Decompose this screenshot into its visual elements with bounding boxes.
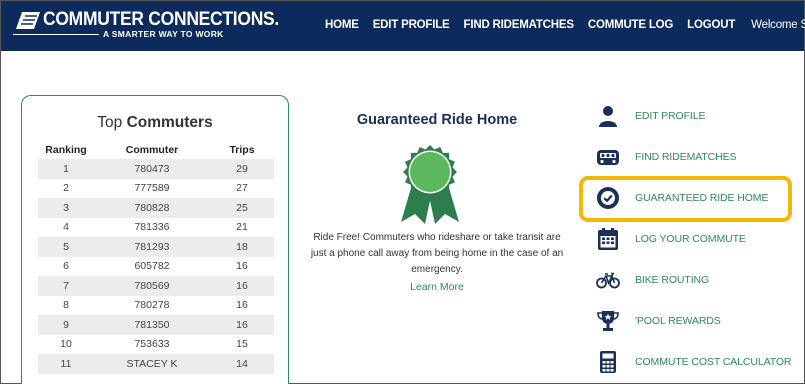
trips-cell: 14 <box>210 354 274 374</box>
rank-cell: 6 <box>63 260 69 273</box>
top-nav-bar: COMMUTER CONNECTIONS. A SMARTER WAY TO W… <box>1 1 805 51</box>
trips-cell: 27 <box>236 182 248 195</box>
commuter-cell: 753633 <box>134 338 170 351</box>
award-ribbon-icon <box>401 145 459 224</box>
rank-cell: 3 <box>38 198 94 218</box>
column-header-trips: Trips <box>229 144 255 156</box>
nav-commute-log[interactable]: COMMUTE LOG <box>588 19 674 31</box>
menu-label: BIKE ROUTING <box>635 274 710 286</box>
column-header-ranking: Ranking <box>45 144 87 156</box>
commuter-cell: 605782 <box>134 260 170 273</box>
menu-label: 'POOL REWARDS <box>635 315 721 327</box>
trips-cell: 21 <box>236 221 248 234</box>
logo-tagline: A SMARTER WAY TO WORK <box>103 29 224 39</box>
title-plain: Top <box>97 114 127 131</box>
commuter-cell: 781336 <box>134 221 170 234</box>
rank-cell: 8 <box>63 299 69 312</box>
top-commuters-card: Top Commuters Ranking Commuter Trips 1 78… <box>21 95 289 384</box>
grh-heading: Guaranteed Ride Home <box>356 112 518 128</box>
rank-cell: 11 <box>38 354 94 374</box>
menu-edit-profile[interactable]: EDIT PROFILE <box>593 101 793 133</box>
table-row: 3 780828 25 <box>38 198 274 218</box>
rank-cell: 7 <box>38 276 94 296</box>
user-icon <box>599 106 617 127</box>
table-row: 6 605782 16 <box>38 257 274 277</box>
menu-log-your-commute[interactable]: LOG YOUR COMMUTE <box>593 224 793 256</box>
menu-pool-rewards[interactable]: 'POOL REWARDS <box>593 306 793 338</box>
welcome-text: Welcome STACEY <box>751 19 805 31</box>
commuter-cell: STACEY K <box>94 354 210 374</box>
menu-label: FIND RIDEMATCHES <box>635 151 737 163</box>
commuter-cell: 781350 <box>94 315 210 335</box>
trips-cell: 25 <box>210 198 274 218</box>
menu-label: LOG YOUR COMMUTE <box>635 233 746 245</box>
bicycle-icon <box>596 272 620 289</box>
calendar-icon <box>598 228 618 250</box>
menu-bike-routing[interactable]: BIKE ROUTING <box>593 265 793 297</box>
commuter-cell: 781293 <box>94 237 210 257</box>
carpool-icon <box>597 150 619 165</box>
title-bold: Commuters <box>126 114 213 131</box>
logo-title: COMMUTER CONNECTIONS. <box>43 9 280 30</box>
trips-cell: 16 <box>210 315 274 335</box>
trophy-icon <box>597 311 619 331</box>
table-row: 10 753633 15 <box>38 335 274 355</box>
table-row: 4 781336 21 <box>38 218 274 238</box>
table-row: 1 780473 29 <box>38 159 274 179</box>
menu-find-ridematches[interactable]: FIND RIDEMATCHES <box>593 142 793 174</box>
site-logo[interactable]: COMMUTER CONNECTIONS. A SMARTER WAY TO W… <box>13 8 279 42</box>
top-commuters-title: Top Commuters <box>22 114 288 132</box>
trips-cell: 16 <box>236 260 248 273</box>
table-row: 8 780278 16 <box>38 296 274 316</box>
learn-more-link[interactable]: Learn More <box>326 281 548 293</box>
rank-cell: 1 <box>38 159 94 179</box>
table-row: 2 777589 27 <box>38 179 274 199</box>
table-row: 9 781350 16 <box>38 315 274 335</box>
main-nav: HOME EDIT PROFILE FIND RIDEMATCHES COMMU… <box>325 19 805 31</box>
table-row: 5 781293 18 <box>38 237 274 257</box>
table-row: 11 STACEY K 14 <box>38 354 274 374</box>
nav-home[interactable]: HOME <box>325 19 359 31</box>
highlight-outline <box>579 176 792 222</box>
grh-description: Ride Free! Commuters who rideshare or ta… <box>310 232 564 275</box>
trips-cell: 16 <box>210 276 274 296</box>
rank-cell: 10 <box>60 338 72 351</box>
menu-label: COMMUTE COST CALCULATOR <box>635 356 792 368</box>
menu-commute-cost-calculator[interactable]: COMMUTE COST CALCULATOR <box>593 347 793 379</box>
logo-divider <box>13 34 99 35</box>
rank-cell: 2 <box>63 182 69 195</box>
logo-mark-icon <box>16 12 40 29</box>
table-header-row: Ranking Commuter Trips <box>38 141 274 159</box>
column-header-commuter: Commuter <box>125 144 179 156</box>
commuter-cell: 777589 <box>134 182 170 195</box>
menu-label: EDIT PROFILE <box>635 110 706 122</box>
commuter-cell: 780569 <box>94 276 210 296</box>
nav-find-ridematches[interactable]: FIND RIDEMATCHES <box>464 19 575 31</box>
commuter-cell: 780828 <box>94 198 210 218</box>
nav-logout[interactable]: LOGOUT <box>687 19 735 31</box>
leaderboard-rows: 1 780473 29 2 777589 27 3 780828 25 4 781336 21 5 781… <box>38 159 274 374</box>
rank-cell: 5 <box>38 237 94 257</box>
calculator-icon <box>600 351 616 373</box>
table-row: 7 780569 16 <box>38 276 274 296</box>
leaderboard-table: Ranking Commuter Trips 1 780473 29 2 777589 2… <box>38 141 274 374</box>
trips-cell: 16 <box>236 299 248 312</box>
rank-cell: 9 <box>38 315 94 335</box>
commuter-cell: 780473 <box>94 159 210 179</box>
commuter-cell: 780278 <box>134 299 170 312</box>
rank-cell: 4 <box>63 221 69 234</box>
trips-cell: 15 <box>236 338 248 351</box>
nav-edit-profile[interactable]: EDIT PROFILE <box>373 19 450 31</box>
trips-cell: 29 <box>210 159 274 179</box>
trips-cell: 18 <box>210 237 274 257</box>
